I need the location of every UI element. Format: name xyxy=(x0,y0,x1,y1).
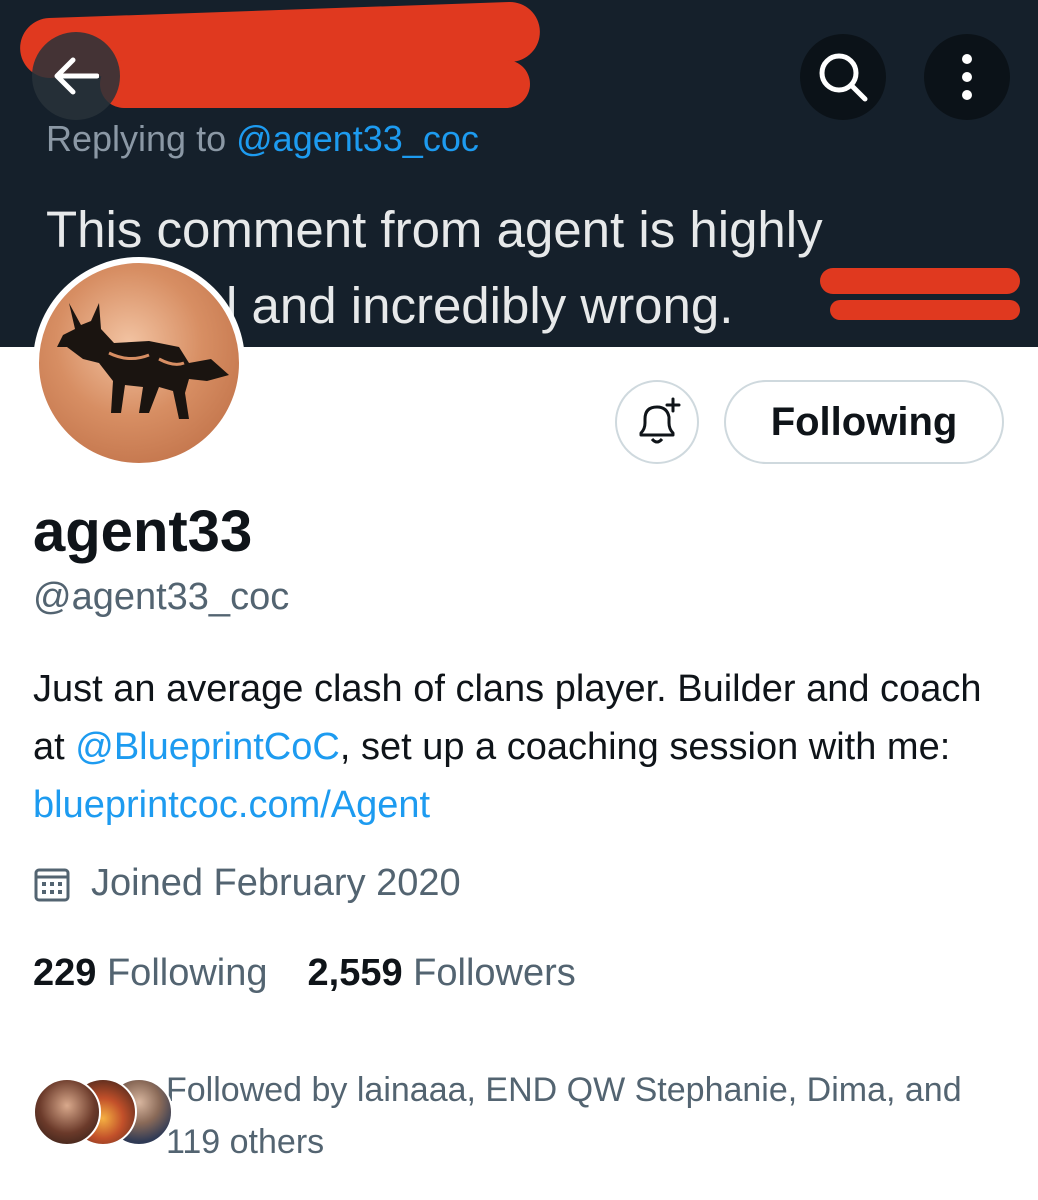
profile-name: agent33 xyxy=(33,499,253,564)
more-vertical-icon xyxy=(961,53,973,101)
replying-to: Replying to @agent33_coc xyxy=(46,118,479,160)
replying-prefix: Replying to xyxy=(46,118,227,159)
follow-stats: 229 Following 2,559 Followers xyxy=(33,952,576,995)
profile-handle: @agent33_coc xyxy=(33,576,290,618)
joined-text: Joined February 2020 xyxy=(91,862,461,904)
profile-bio: Just an average clash of clans player. B… xyxy=(33,660,1013,834)
followers-stat[interactable]: 2,559 Followers xyxy=(308,952,576,994)
notification-bell-button[interactable] xyxy=(615,380,699,464)
followers-count: 2,559 xyxy=(307,952,403,994)
fox-image xyxy=(57,303,229,419)
tweet-line: This comment from agent is highly xyxy=(46,201,823,258)
bio-website-link[interactable]: blueprintcoc.com/Agent xyxy=(33,784,430,826)
search-button[interactable] xyxy=(800,34,886,120)
following-stat[interactable]: 229 Following xyxy=(33,952,268,994)
bio-mention-link[interactable]: @BlueprintCoC xyxy=(75,726,340,768)
redaction-mark xyxy=(100,60,530,108)
calendar-icon xyxy=(33,865,71,903)
arrow-left-icon xyxy=(53,56,99,96)
followers-label: Followers xyxy=(413,952,576,994)
followed-by-text[interactable]: Followed by lainaaa, END QW Stephanie, D… xyxy=(166,1064,1006,1168)
profile-avatar[interactable] xyxy=(33,257,245,469)
following-label: Following xyxy=(106,952,268,994)
search-icon xyxy=(817,51,869,103)
follower-avatar xyxy=(33,1078,101,1146)
more-options-button[interactable] xyxy=(924,34,1010,120)
bell-plus-icon xyxy=(633,397,681,447)
joined-date: Joined February 2020 xyxy=(33,862,461,905)
following-count: 229 xyxy=(33,952,97,994)
following-button[interactable]: Following xyxy=(724,380,1004,464)
followed-by-avatars[interactable] xyxy=(33,1078,173,1146)
back-button[interactable] xyxy=(32,32,120,120)
bio-text: , set up a coaching session with me: xyxy=(339,726,951,768)
replying-handle-link[interactable]: @agent33_coc xyxy=(236,118,479,159)
